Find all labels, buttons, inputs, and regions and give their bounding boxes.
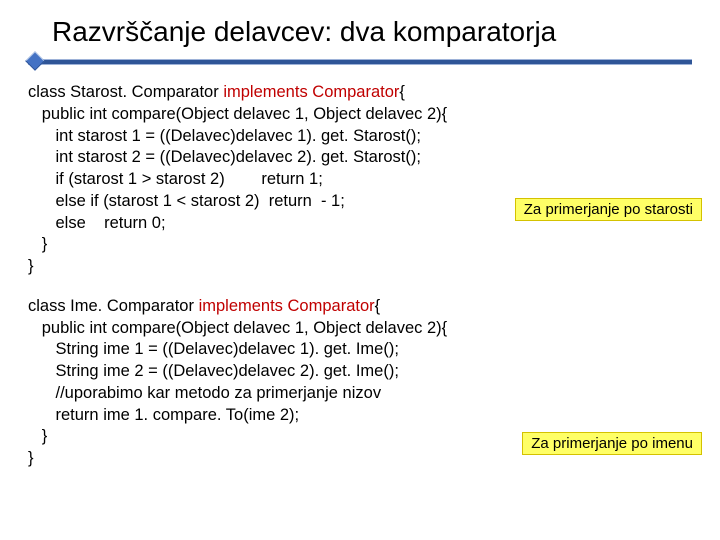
- code-line: public int compare(Object delavec 1, Obj…: [28, 105, 447, 123]
- callout-starost: Za primerjanje po starosti: [515, 198, 702, 221]
- code-line: }: [28, 427, 47, 445]
- code-line: }: [28, 257, 34, 275]
- slide: Razvrščanje delavcev: dva komparatorja c…: [0, 0, 720, 540]
- code-highlight: implements Comparator: [199, 297, 375, 315]
- code-line: String ime 2 = ((Delavec)delavec 2). get…: [28, 362, 399, 380]
- callout-ime: Za primerjanje po imenu: [522, 432, 702, 455]
- code-highlight: implements Comparator: [223, 83, 399, 101]
- rule-bar: [28, 60, 692, 64]
- title-rule: [28, 54, 692, 68]
- code-line: int starost 1 = ((Delavec)delavec 1). ge…: [28, 127, 421, 145]
- code-line: //uporabimo kar metodo za primerjanje ni…: [28, 384, 381, 402]
- code-line: class Starost. Comparator: [28, 83, 223, 101]
- code-line: String ime 1 = ((Delavec)delavec 1). get…: [28, 340, 399, 358]
- code-line: }: [28, 449, 34, 467]
- code-line: int starost 2 = ((Delavec)delavec 2). ge…: [28, 148, 421, 166]
- code-block-starost: class Starost. Comparator implements Com…: [28, 82, 692, 278]
- code-line: return ime 1. compare. To(ime 2);: [28, 406, 299, 424]
- code-line: {: [375, 297, 381, 315]
- code-line: else return 0;: [28, 214, 166, 232]
- code-line: {: [399, 83, 405, 101]
- code-line: public int compare(Object delavec 1, Obj…: [28, 319, 447, 337]
- code-line: if (starost 1 > starost 2) return 1;: [28, 170, 323, 188]
- code-line: else if (starost 1 < starost 2) return -…: [28, 192, 345, 210]
- code-line: class Ime. Comparator: [28, 297, 199, 315]
- code-line: }: [28, 235, 47, 253]
- rule-diamond-icon: [25, 51, 45, 71]
- slide-title: Razvrščanje delavcev: dva komparatorja: [52, 16, 692, 48]
